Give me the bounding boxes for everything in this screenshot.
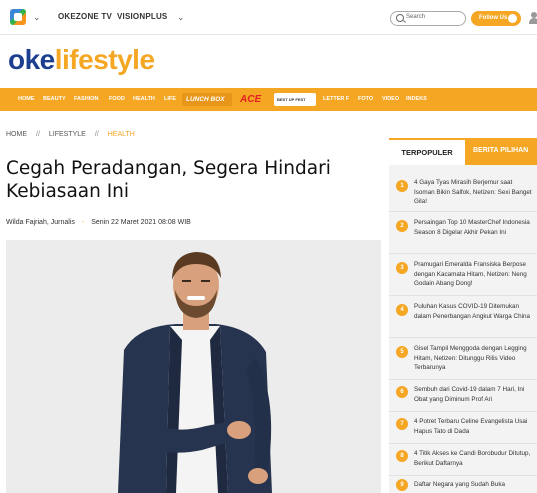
article-title: Cegah Peradangan, Segera Hindari Kebiasa… [6,158,331,202]
nav-item-home[interactable]: HOME [18,96,35,102]
author-name[interactable]: Wilda Fajriah, Jurnalis [6,219,75,226]
follow-us-label: Follow Us [479,15,508,21]
nav-item-health[interactable]: HEALTH [133,96,155,102]
search-placeholder: Search [406,14,426,20]
chevron-down-icon[interactable]: ⌄ [33,12,41,23]
okezone-tv-link[interactable]: OKEZONE TV [58,12,112,21]
nav-promo-ace[interactable]: ACE [238,93,266,106]
breadcrumb-lifestyle[interactable]: LIFESTYLE [49,131,86,138]
follow-us-button[interactable]: Follow Us [471,11,521,26]
site-logo[interactable]: okelifestyle [8,44,155,76]
nav-item-video[interactable]: VIDEO [382,96,399,102]
nav-item-food[interactable]: FOOD [109,96,125,102]
sidebar-popular: TERPOPULER BERITA PILIHAN 1 4 Gaya Tyas … [389,138,537,493]
list-item[interactable]: 4 Puluhan Kasus COVID-19 Ditemukan dalam… [389,296,537,338]
main-nav: HOME BEAUTY FASHION FOOD HEALTH LIFE LUN… [0,88,537,111]
nav-promo-lunchbox[interactable]: LUNCH BOX [182,93,232,106]
nav-item-fashion[interactable]: FASHION [74,96,98,102]
list-item[interactable]: 9 Daftar Negara yang Sudah Buka [389,476,537,493]
tab-berita-pilihan[interactable]: BERITA PILIHAN [465,138,537,165]
sidebar-tabs: TERPOPULER BERITA PILIHAN [389,138,537,165]
breadcrumb-home[interactable]: HOME [6,131,27,138]
list-item[interactable]: 3 Pramugari Emeralda Fransiska Berpose d… [389,254,537,296]
user-icon[interactable] [529,12,537,24]
chevron-down-icon[interactable]: ⌄ [177,12,185,23]
nav-item-letter-f[interactable]: LETTER F [323,96,349,102]
list-item[interactable]: 1 4 Gaya Tyas Mirasih Berjemur saat Isom… [389,170,537,212]
list-item[interactable]: 5 Gisel Tampil Menggoda dengan Legging H… [389,338,537,380]
nav-item-indeks[interactable]: INDEKS [406,96,427,102]
breadcrumb: HOME//LIFESTYLE//HEALTH [6,131,135,138]
plus-icon [508,14,517,23]
search-icon [396,14,404,22]
list-item[interactable]: 7 4 Potret Terbaru Celine Evangelista Us… [389,412,537,444]
list-item[interactable]: 2 Persaingan Top 10 MasterChef Indonesia… [389,212,537,254]
tab-terpopuler[interactable]: TERPOPULER [389,138,465,165]
breadcrumb-health[interactable]: HEALTH [108,131,135,138]
nav-item-foto[interactable]: FOTO [358,96,373,102]
search-input[interactable]: Search [390,11,466,26]
publish-date: Senin 22 Maret 2021 08:08 WIB [91,219,191,226]
article-hero-image [6,240,381,493]
list-item[interactable]: 8 4 Titik Akses ke Candi Borobudur Ditut… [389,444,537,476]
nav-item-beauty[interactable]: BEAUTY [43,96,66,102]
nav-promo-bestupfest[interactable]: BEST UP FEST [274,93,316,106]
okezone-logo-icon[interactable] [10,9,26,25]
top-bar: ⌄ OKEZONE TV VISIONPLUS ⌄ Search Follow … [0,0,537,35]
nav-item-life[interactable]: LIFE [164,96,176,102]
article-byline: Wilda Fajriah, Jurnalis - Senin 22 Maret 2… [6,219,191,226]
list-item[interactable]: 6 Sembuh dari Covid-19 dalam 7 Hari, Ini… [389,380,537,412]
man-holding-stomach-photo [6,240,381,493]
visionplus-link[interactable]: VISIONPLUS [117,12,167,21]
